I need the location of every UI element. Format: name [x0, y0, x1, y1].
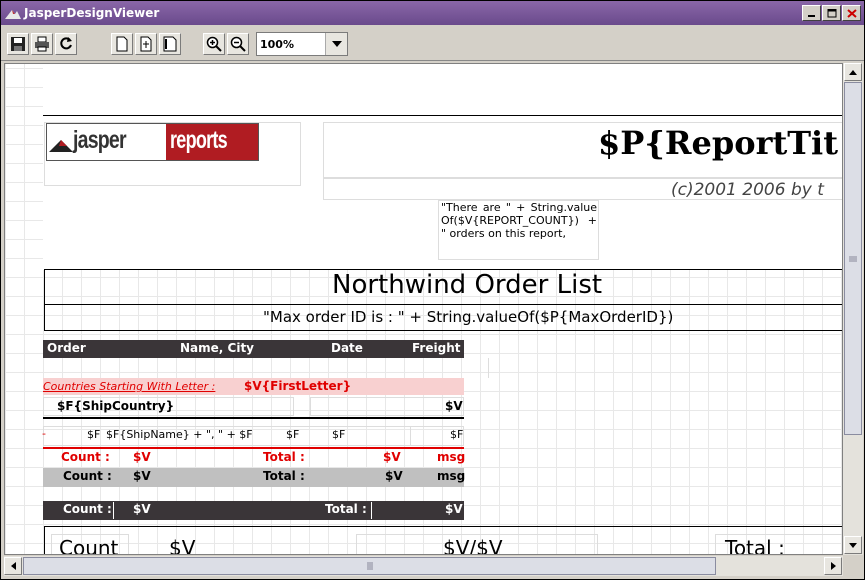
- column-footer-total-var: $V: [445, 502, 463, 516]
- fit-page-button[interactable]: [159, 33, 181, 55]
- arrow-down-icon: [849, 542, 857, 548]
- column-footer-count-var: $V: [133, 502, 151, 516]
- arrow-right-icon: [830, 562, 836, 570]
- copyright-text: (c)2001 2006 by t: [671, 180, 824, 200]
- group-value: $V{FirstLetter}: [244, 379, 352, 393]
- save-button[interactable]: [7, 33, 29, 55]
- summary-ratio-var: $V/$V: [443, 536, 503, 555]
- print-button[interactable]: [31, 33, 53, 55]
- actual-size-button[interactable]: [111, 33, 133, 55]
- detail-date-field-2: $F: [332, 428, 346, 441]
- scroll-right-button[interactable]: [824, 557, 842, 575]
- country-footer-total-label: Total :: [263, 469, 305, 483]
- jasper-logo: jasper reports: [46, 123, 259, 161]
- group-label: Countries Starting With Letter :: [43, 380, 216, 393]
- group-footer-total-label: Total :: [263, 450, 305, 464]
- horizontal-scrollbar[interactable]: [4, 556, 843, 576]
- maximize-icon: [827, 8, 836, 17]
- summary-total-label: Total :: [725, 536, 785, 555]
- summary-count-label: Count: [59, 536, 119, 555]
- zoom-in-icon: [206, 36, 222, 52]
- minimize-button[interactable]: [802, 5, 821, 21]
- main-title: Northwind Order List: [332, 270, 603, 300]
- report-count-expression: "There are " + String.valueOf($V{REPORT_…: [441, 201, 597, 240]
- window-title: JasperDesignViewer: [24, 6, 160, 20]
- detail-name-expression: $F{ShipName} + ", " + $F: [106, 428, 253, 441]
- logo-text-reports: reports: [170, 126, 228, 154]
- zoom-out-icon: [230, 36, 246, 52]
- column-footer-total-label: Total :: [325, 502, 367, 516]
- zoom-out-button[interactable]: [227, 33, 249, 55]
- fit-width-button[interactable]: [135, 33, 157, 55]
- detail-freight-field: $F: [450, 428, 464, 441]
- grip-icon: [367, 562, 372, 570]
- reload-button[interactable]: [55, 33, 77, 55]
- minimize-icon: [808, 14, 815, 17]
- detail-mark: -: [42, 427, 46, 440]
- page-actual-icon: [116, 36, 128, 52]
- page-fit-icon: [163, 36, 177, 52]
- ship-country-var: $V: [445, 399, 463, 413]
- summary-count-var: $V: [169, 536, 196, 555]
- print-icon: [35, 36, 49, 52]
- zoom-value: 100%: [260, 37, 294, 51]
- vertical-scroll-thumb[interactable]: [844, 82, 862, 435]
- report-page: jasper reports $P{ReportTit (c)2001 2006…: [42, 64, 842, 555]
- save-icon: [11, 37, 25, 51]
- jasper-app-icon: [5, 10, 21, 19]
- country-footer-total-var: $V: [385, 469, 403, 483]
- app-window: JasperDesignViewer 100% jasper reports $…: [0, 0, 865, 580]
- detail-date-field-1: $F: [286, 428, 300, 441]
- logo-text-jasper: jasper: [73, 126, 127, 154]
- chevron-down-icon[interactable]: [325, 33, 347, 55]
- column-header-date: Date: [331, 341, 363, 355]
- column-header-order: Order: [47, 341, 86, 355]
- zoom-in-button[interactable]: [203, 33, 225, 55]
- country-footer-count-var: $V: [133, 469, 151, 483]
- toolbar: 100%: [1, 25, 864, 61]
- logo-mountain-icon: [49, 140, 73, 152]
- page-fit-width-icon: [140, 36, 152, 52]
- country-footer-msg: msg: [437, 469, 466, 483]
- scroll-left-button[interactable]: [4, 557, 22, 575]
- report-viewport[interactable]: jasper reports $P{ReportTit (c)2001 2006…: [4, 63, 843, 555]
- column-header-name-city: Name, City: [180, 341, 254, 355]
- arrow-up-icon: [849, 69, 857, 75]
- close-icon: [846, 8, 857, 18]
- scroll-down-button[interactable]: [844, 536, 862, 554]
- horizontal-scroll-thumb[interactable]: [23, 557, 716, 575]
- group-footer-total-var: $V: [383, 450, 401, 464]
- arrow-left-icon: [10, 562, 16, 570]
- grip-icon: [849, 256, 857, 261]
- column-footer-count-label: Count :: [63, 502, 112, 516]
- group-footer-count-var: $V: [133, 450, 151, 464]
- title-bar[interactable]: JasperDesignViewer: [1, 1, 864, 25]
- detail-order-field: $F: [87, 428, 101, 441]
- max-order-expression: "Max order ID is : " + String.valueOf($P…: [263, 308, 674, 326]
- scroll-corner: [843, 556, 864, 577]
- ship-country-field: $F{ShipCountry}: [57, 399, 175, 413]
- zoom-select[interactable]: 100%: [256, 32, 348, 56]
- column-header-freight: Freight: [412, 341, 461, 355]
- report-title-field: $P{ReportTit: [598, 124, 838, 162]
- close-button[interactable]: [842, 5, 861, 21]
- maximize-button[interactable]: [822, 5, 841, 21]
- group-footer-count-label: Count :: [61, 450, 110, 464]
- scroll-up-button[interactable]: [844, 63, 862, 81]
- vertical-scrollbar[interactable]: [843, 63, 863, 555]
- group-footer-msg: msg: [437, 450, 466, 464]
- country-footer-count-label: Count :: [63, 469, 112, 483]
- reload-icon: [60, 37, 72, 50]
